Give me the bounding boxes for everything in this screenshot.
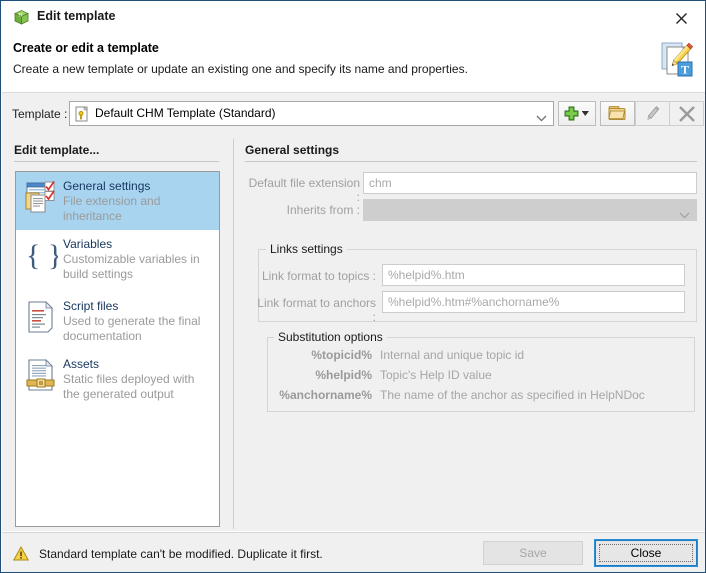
sidebar-item-variables[interactable]: { } Variables Customizable variables in … bbox=[16, 230, 219, 292]
right-pane-heading: General settings bbox=[245, 143, 340, 157]
rename-template-button bbox=[635, 101, 670, 126]
left-pane-heading-rule bbox=[14, 161, 219, 162]
link-format-anchors-label: Link format to anchors : bbox=[257, 296, 376, 324]
link-format-topics-label: Link format to topics : bbox=[261, 269, 376, 283]
substitution-desc: Topic's Help ID value bbox=[380, 368, 492, 382]
delete-template-button bbox=[669, 101, 704, 126]
substitution-desc: The name of the anchor as specified in H… bbox=[380, 388, 645, 402]
close-button[interactable]: Close bbox=[594, 539, 698, 567]
general-settings-icon bbox=[22, 178, 60, 216]
substitution-desc: Internal and unique topic id bbox=[380, 348, 525, 362]
open-template-folder-button[interactable] bbox=[600, 101, 635, 126]
braces-icon: { } bbox=[22, 236, 60, 274]
sidebar-item-title: General settings bbox=[63, 179, 151, 193]
header-subtitle: Create a new template or update an exist… bbox=[13, 62, 468, 76]
svg-text:H: H bbox=[18, 13, 22, 18]
right-pane-heading-rule bbox=[245, 161, 697, 162]
svg-text:{ }: { } bbox=[26, 239, 58, 272]
default-file-extension-label: Default file extension : bbox=[248, 176, 360, 204]
pane-divider bbox=[233, 139, 234, 529]
save-button: Save bbox=[483, 541, 583, 565]
chevron-down-icon[interactable] bbox=[536, 109, 547, 127]
sidebar-item-title: Script files bbox=[63, 299, 119, 313]
sidebar-item-subtitle: File extension and inheritance bbox=[63, 194, 161, 223]
link-format-topics-input[interactable]: %helpid%.htm bbox=[382, 264, 685, 286]
footer-warning-text: Standard template can't be modified. Dup… bbox=[39, 547, 323, 561]
template-combobox-value: Default CHM Template (Standard) bbox=[95, 106, 276, 120]
close-button-focus-ring: Close bbox=[599, 544, 693, 562]
substitution-key: %helpid% bbox=[315, 368, 372, 382]
close-icon[interactable] bbox=[662, 5, 700, 31]
links-settings-caption: Links settings bbox=[266, 242, 347, 256]
chm-file-icon bbox=[75, 106, 90, 122]
sidebar-item-general-settings[interactable]: General settings File extension and inhe… bbox=[16, 172, 219, 230]
sidebar-item-title: Assets bbox=[63, 357, 100, 371]
warning-triangle-icon bbox=[12, 545, 30, 561]
save-button-label: Save bbox=[519, 546, 547, 560]
sidebar-item-subtitle: Customizable variables in build settings bbox=[63, 252, 200, 281]
sidebar-item-subtitle: Static files deployed with the generated… bbox=[63, 372, 195, 401]
sidebar-item-subtitle: Used to generate the final documentation bbox=[63, 314, 201, 343]
svg-text:T: T bbox=[681, 63, 689, 77]
sidebar-item-title: Variables bbox=[63, 237, 113, 251]
link-format-anchors-input[interactable]: %helpid%.htm#%anchorname% bbox=[382, 291, 685, 313]
inherits-from-combobox bbox=[363, 199, 697, 221]
sidebar-item-script-files[interactable]: Script files Used to generate the final … bbox=[16, 292, 219, 350]
close-button-label: Close bbox=[630, 546, 662, 560]
inherits-from-label: Inherits from : bbox=[286, 203, 360, 217]
left-pane-heading: Edit template... bbox=[14, 143, 100, 157]
sidebar-item-assets[interactable]: Assets Static files deployed with the ge… bbox=[16, 350, 219, 408]
template-section-list[interactable]: General settings File extension and inhe… bbox=[15, 171, 220, 527]
add-template-button[interactable] bbox=[558, 101, 596, 126]
substitution-key: %topicid% bbox=[311, 348, 372, 362]
template-label: Template : bbox=[12, 107, 68, 121]
header-title: Create or edit a template bbox=[13, 41, 159, 55]
script-file-icon bbox=[22, 298, 60, 336]
helpndoc-cube-icon: H bbox=[13, 9, 30, 26]
document-pencil-text-icon: T bbox=[654, 38, 698, 82]
window-title: Edit template bbox=[37, 9, 116, 23]
assets-document-icon bbox=[22, 356, 60, 394]
default-file-extension-input[interactable]: chm bbox=[363, 172, 697, 194]
edit-template-dialog: H Edit template Create or edit a templat… bbox=[0, 0, 706, 573]
template-combobox[interactable]: Default CHM Template (Standard) bbox=[69, 101, 554, 126]
chevron-down-icon bbox=[679, 206, 690, 224]
dialog-header: Create or edit a template Create a new t… bbox=[2, 33, 705, 91]
substitution-key: %anchorname% bbox=[279, 388, 372, 402]
title-bar: H Edit template bbox=[2, 2, 705, 33]
substitution-options-caption: Substitution options bbox=[274, 330, 387, 344]
